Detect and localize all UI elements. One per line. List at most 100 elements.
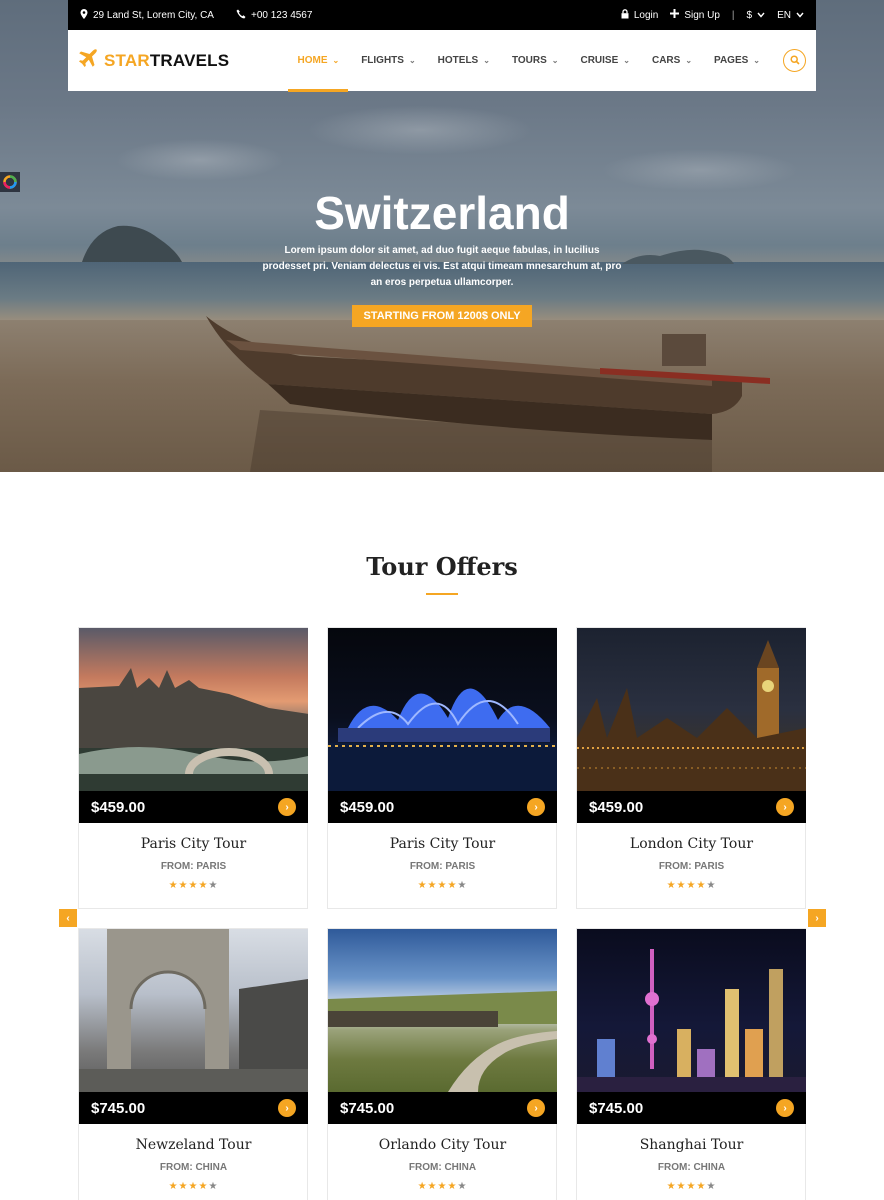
plane-icon bbox=[78, 48, 98, 73]
price-bar: $745.00 › bbox=[79, 1092, 308, 1124]
nav-item-home[interactable]: HOME ⌄ bbox=[286, 30, 350, 92]
price-bar: $745.00 › bbox=[328, 1092, 557, 1124]
hero-content: Switzerland Lorem ipsum dolor sit amet, … bbox=[240, 185, 644, 327]
nav-item-label: PAGES bbox=[714, 55, 749, 66]
star-icon: ★ bbox=[208, 1181, 219, 1192]
chevron-right-icon[interactable]: › bbox=[278, 1099, 296, 1117]
logo-text-star: STAR bbox=[104, 50, 150, 70]
tour-image bbox=[79, 628, 308, 791]
star-rating: ★★★★★ bbox=[79, 880, 308, 891]
price-bar: $459.00 › bbox=[328, 791, 557, 823]
price-bar: $459.00 › bbox=[577, 791, 806, 823]
price-bar: $745.00 › bbox=[577, 1092, 806, 1124]
tour-price: $745.00 bbox=[340, 1099, 395, 1117]
site-logo[interactable]: STAR TRAVELS bbox=[78, 48, 229, 73]
tour-card[interactable]: $459.00 › London City Tour FROM: PARIS ★… bbox=[576, 627, 806, 909]
tour-card[interactable]: $459.00 › Paris City Tour FROM: PARIS ★★… bbox=[327, 627, 557, 909]
tour-card[interactable]: $745.00 › Shanghai Tour FROM: CHINA ★★★★… bbox=[576, 928, 806, 1200]
tour-name[interactable]: London City Tour bbox=[577, 836, 806, 852]
star-rating: ★★★★★ bbox=[79, 1181, 308, 1192]
star-rating: ★★★★★ bbox=[577, 880, 806, 891]
star-icon: ★★★★ bbox=[417, 880, 458, 891]
star-icon: ★★★★ bbox=[666, 880, 707, 891]
tour-name[interactable]: Paris City Tour bbox=[79, 836, 308, 852]
tour-origin: FROM: PARIS bbox=[409, 861, 476, 872]
nav-item-cars[interactable]: CARS ⌄ bbox=[641, 30, 703, 91]
hero-title: Switzerland bbox=[314, 187, 570, 239]
phone-icon bbox=[236, 9, 246, 22]
carousel-next-button[interactable]: › bbox=[808, 909, 826, 927]
map-marker-icon bbox=[80, 8, 88, 22]
currency-value: $ bbox=[746, 9, 753, 21]
tour-origin: FROM: PARIS bbox=[160, 861, 227, 872]
nav-item-cruise[interactable]: CRUISE ⌄ bbox=[569, 30, 641, 91]
nav-item-flights[interactable]: FLIGHTS ⌄ bbox=[350, 30, 426, 91]
signup-link[interactable]: Sign Up bbox=[670, 9, 720, 21]
main-menu: HOME ⌄ FLIGHTS ⌄ HOTELS ⌄ TOURS ⌄ CRUISE… bbox=[286, 30, 806, 92]
main-navbar: STAR TRAVELS HOME ⌄ FLIGHTS ⌄ HOTELS ⌄ TO… bbox=[68, 30, 816, 92]
chevron-right-icon[interactable]: › bbox=[527, 1099, 545, 1117]
star-rating: ★★★★★ bbox=[328, 1181, 557, 1192]
nav-item-hotels[interactable]: HOTELS ⌄ bbox=[427, 30, 501, 91]
hero-cta-button[interactable]: STARTING FROM 1200$ ONLY bbox=[352, 305, 532, 327]
carousel-prev-button[interactable]: ‹ bbox=[59, 909, 77, 927]
section-title: Tour Offers bbox=[366, 552, 518, 581]
chevron-down-icon: ⌄ bbox=[685, 56, 693, 65]
tour-image bbox=[577, 628, 806, 791]
tour-origin: FROM: CHINA bbox=[408, 1162, 477, 1173]
star-icon: ★ bbox=[706, 1181, 717, 1192]
tour-origin: FROM: PARIS bbox=[658, 861, 725, 872]
star-icon: ★★★★ bbox=[417, 1181, 458, 1192]
login-link[interactable]: Login bbox=[621, 8, 658, 22]
title-underline bbox=[426, 593, 458, 595]
hero-description: Lorem ipsum dolor sit amet, ad duo fugit… bbox=[262, 245, 622, 288]
star-icon: ★ bbox=[457, 880, 468, 891]
top-bar: 29 Land St, Lorem City, CA +00 123 4567 … bbox=[68, 0, 816, 30]
tour-origin: FROM: CHINA bbox=[657, 1162, 726, 1173]
chevron-right-icon[interactable]: › bbox=[278, 798, 296, 816]
star-rating: ★★★★★ bbox=[577, 1181, 806, 1192]
tour-card[interactable]: $745.00 › Orlando City Tour FROM: CHINA … bbox=[327, 928, 557, 1200]
nav-item-label: CARS bbox=[651, 55, 681, 66]
star-icon: ★ bbox=[457, 1181, 468, 1192]
tour-image bbox=[577, 929, 806, 1092]
color-switcher-icon[interactable] bbox=[0, 172, 20, 192]
star-icon: ★ bbox=[208, 880, 219, 891]
tour-price: $745.00 bbox=[589, 1099, 644, 1117]
chevron-down-icon: ⌄ bbox=[753, 56, 760, 65]
tour-price: $745.00 bbox=[91, 1099, 146, 1117]
currency-dropdown[interactable]: $ bbox=[747, 10, 766, 21]
tour-price: $459.00 bbox=[91, 798, 146, 816]
chevron-down-icon: ⌄ bbox=[408, 56, 416, 65]
tour-card[interactable]: $745.00 › Newzeland Tour FROM: CHINA ★★★… bbox=[78, 928, 308, 1200]
tour-card[interactable]: $459.00 › Paris City Tour FROM: PARIS ★★… bbox=[78, 627, 308, 909]
star-icon: ★★★★ bbox=[666, 1181, 707, 1192]
tour-name[interactable]: Shanghai Tour bbox=[577, 1137, 806, 1153]
tour-image bbox=[328, 628, 557, 791]
star-icon: ★ bbox=[706, 880, 717, 891]
language-value: EN bbox=[777, 9, 791, 21]
chevron-right-icon[interactable]: › bbox=[776, 1099, 794, 1117]
language-dropdown[interactable]: EN bbox=[777, 10, 804, 21]
price-bar: $459.00 › bbox=[79, 791, 308, 823]
tour-image bbox=[79, 929, 308, 1092]
nav-item-label: FLIGHTS bbox=[361, 55, 404, 66]
nav-item-label: TOURS bbox=[511, 55, 547, 66]
tour-name[interactable]: Newzeland Tour bbox=[79, 1137, 308, 1153]
tour-name[interactable]: Paris City Tour bbox=[328, 836, 557, 852]
address-text: 29 Land St, Lorem City, CA bbox=[93, 9, 214, 21]
search-button[interactable] bbox=[783, 49, 806, 72]
chevron-left-icon: ‹ bbox=[66, 912, 70, 924]
chevron-right-icon[interactable]: › bbox=[776, 798, 794, 816]
nav-item-tours[interactable]: TOURS ⌄ bbox=[501, 30, 570, 91]
tour-price: $459.00 bbox=[340, 798, 395, 816]
lock-icon bbox=[621, 8, 629, 22]
chevron-down-icon: ⌄ bbox=[551, 56, 559, 65]
chevron-right-icon[interactable]: › bbox=[527, 798, 545, 816]
phone-text: +00 123 4567 bbox=[250, 9, 313, 21]
star-icon: ★★★★ bbox=[168, 880, 209, 891]
tour-price: $459.00 bbox=[589, 798, 644, 816]
tour-origin: FROM: CHINA bbox=[159, 1162, 228, 1173]
tour-name[interactable]: Orlando City Tour bbox=[328, 1137, 557, 1153]
nav-item-pages[interactable]: PAGES ⌄ bbox=[703, 30, 771, 91]
